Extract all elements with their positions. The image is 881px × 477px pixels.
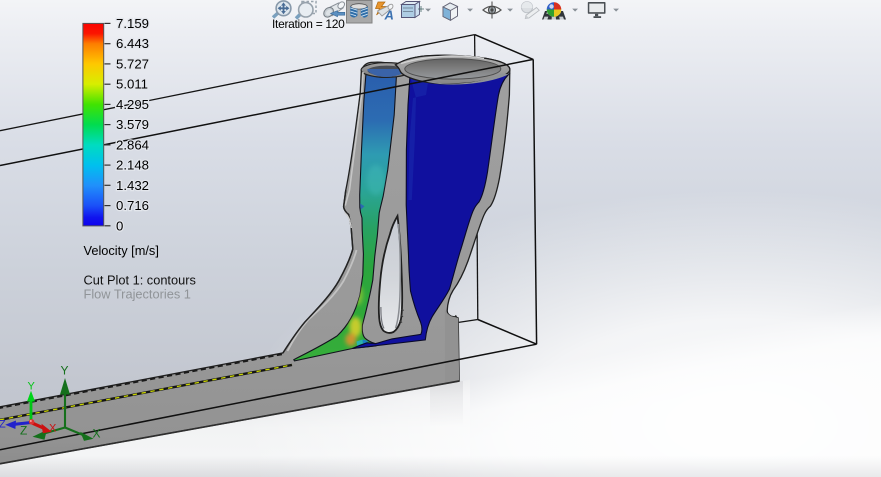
- svg-text:Z: Z: [20, 424, 27, 438]
- svg-text:3.579: 3.579: [116, 117, 149, 132]
- svg-text:0: 0: [116, 218, 123, 233]
- svg-text:5.011: 5.011: [116, 77, 148, 92]
- svg-text:Flow Trajectories 1: Flow Trajectories 1: [84, 287, 191, 302]
- svg-text:2.864: 2.864: [116, 137, 149, 152]
- svg-text:Y: Y: [28, 381, 36, 393]
- svg-text:X: X: [49, 423, 57, 435]
- svg-text:1.432: 1.432: [116, 178, 149, 193]
- svg-text:7.159: 7.159: [116, 16, 149, 31]
- svg-text:Velocity [m/s]: Velocity [m/s]: [84, 243, 159, 258]
- svg-text:Cut Plot 1: contours: Cut Plot 1: contours: [84, 273, 196, 288]
- svg-text:Z: Z: [0, 419, 6, 431]
- svg-text:Iteration = 120: Iteration = 120: [272, 17, 345, 31]
- svg-text:6.443: 6.443: [116, 36, 149, 51]
- svg-text:5.727: 5.727: [116, 56, 149, 71]
- svg-text:2.148: 2.148: [116, 158, 149, 173]
- svg-text:X: X: [93, 427, 101, 441]
- svg-text:0.716: 0.716: [116, 198, 149, 213]
- svg-text:Y: Y: [61, 364, 69, 378]
- svg-text:A: A: [384, 8, 394, 23]
- svg-text:4.295: 4.295: [116, 97, 149, 112]
